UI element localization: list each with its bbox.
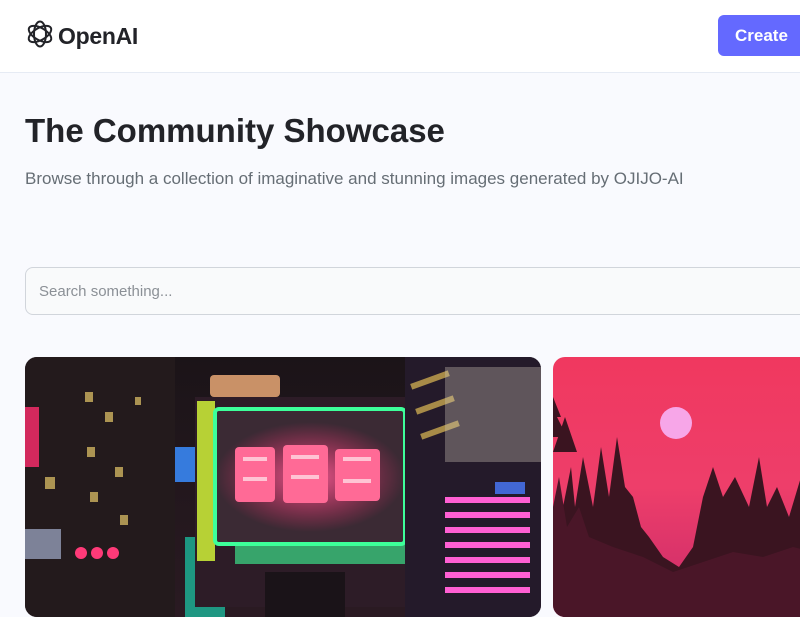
page-subtitle: Browse through a collection of imaginati… xyxy=(25,169,684,188)
create-button[interactable]: Create xyxy=(718,15,800,56)
neon-city-image xyxy=(25,357,541,617)
search-input[interactable] xyxy=(25,267,800,315)
gallery-card[interactable] xyxy=(553,357,800,617)
brand-logo[interactable]: OpenAI xyxy=(25,20,138,52)
brand-name: OpenAI xyxy=(58,22,138,49)
sunset-forest-image xyxy=(553,357,800,617)
gallery-card[interactable] xyxy=(25,357,541,617)
page-title: The Community Showcase xyxy=(25,112,445,149)
openai-logo-icon xyxy=(25,19,55,54)
top-header: OpenAI Create xyxy=(0,0,800,73)
